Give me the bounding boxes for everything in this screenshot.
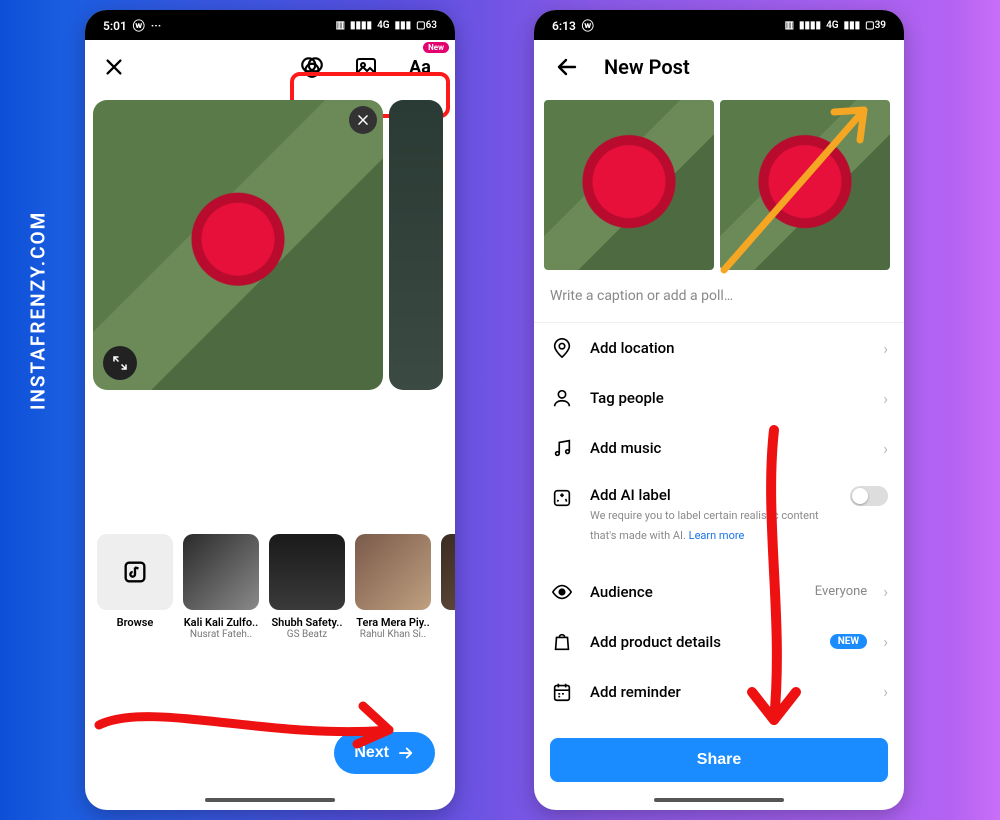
network-label: 4G <box>377 20 390 31</box>
status-right: ▥ ▮▮▮▮ 4G ▮▮▮ ▢63 <box>336 20 437 31</box>
annotation-arrow-orange <box>704 90 894 290</box>
post-thumbs <box>534 94 904 276</box>
sim-icon: ▥ <box>785 20 794 31</box>
text-tool-button[interactable]: Aa New <box>405 52 435 82</box>
chevron-right-icon: › <box>883 632 888 651</box>
audience-value: Everyone <box>815 584 867 599</box>
wifi-icon: ▮▮▮ <box>395 20 412 31</box>
sparkle-icon <box>550 486 574 510</box>
music-thumb <box>441 534 455 610</box>
post-options-list: Add location › Tag people › Add music › … <box>534 323 904 717</box>
music-browse-button[interactable]: Browse <box>97 534 173 640</box>
home-indicator <box>654 798 784 802</box>
music-suggestions-row: Browse Kali Kali Zulfo.. Nusrat Fateh.. … <box>85 534 455 640</box>
new-badge: New <box>423 42 449 53</box>
home-indicator <box>205 798 335 802</box>
status-time: 5:01 ⓦ ··· <box>103 17 161 34</box>
filter-tool-button[interactable] <box>297 52 327 82</box>
add-location-row[interactable]: Add location › <box>534 323 904 373</box>
selected-photo-1[interactable] <box>93 100 383 390</box>
watermark-text: INSTAFRENZY.COM <box>27 211 50 410</box>
option-subtext: We require you to label certain realisti… <box>590 509 819 542</box>
back-button[interactable] <box>552 52 582 82</box>
chevron-right-icon: › <box>883 682 888 701</box>
close-button[interactable] <box>99 52 129 82</box>
music-item[interactable]: Tera Mera Piy.. Rahul Khan Si.. <box>355 534 431 640</box>
eye-icon <box>550 580 574 604</box>
option-label: Tag people <box>590 389 867 407</box>
music-item[interactable]: Shubh Safety.. GS Beatz <box>269 534 345 640</box>
next-label: Next <box>354 744 389 762</box>
music-item-sub: GS Beatz <box>269 629 345 640</box>
chevron-right-icon: › <box>883 339 888 358</box>
status-bar: 5:01 ⓦ ··· ▥ ▮▮▮▮ 4G ▮▮▮ ▢63 <box>85 10 455 40</box>
music-item[interactable]: Kali Kali Zulfo.. Nusrat Fateh.. <box>183 534 259 640</box>
music-thumb <box>183 534 259 610</box>
edit-topbar: Aa New <box>85 40 455 94</box>
music-item-sub: Nusrat Fateh.. <box>183 629 259 640</box>
status-right: ▥ ▮▮▮▮ 4G ▮▮▮ ▢39 <box>785 20 886 31</box>
option-label: Audience <box>590 583 799 601</box>
music-thumb <box>269 534 345 610</box>
share-button[interactable]: Share <box>550 738 888 782</box>
chevron-right-icon: › <box>883 439 888 458</box>
option-label: Add product details <box>590 633 814 651</box>
calendar-icon <box>550 680 574 704</box>
add-music-row[interactable]: Add music › <box>534 423 904 473</box>
phone-left: 5:01 ⓦ ··· ▥ ▮▮▮▮ 4G ▮▮▮ ▢63 <box>85 10 455 810</box>
add-reminder-row[interactable]: Add reminder › <box>534 667 904 717</box>
post-thumb-1[interactable] <box>544 100 714 270</box>
sim-icon: ▥ <box>336 20 345 31</box>
caption-input[interactable]: Write a caption or add a poll… <box>534 276 904 323</box>
music-item[interactable] <box>441 534 455 640</box>
phone-right: 6:13 ⓦ ▥ ▮▮▮▮ 4G ▮▮▮ ▢39 New Post Write … <box>534 10 904 810</box>
image-tool-button[interactable] <box>351 52 381 82</box>
wifi-icon: ▮▮▮ <box>844 20 861 31</box>
option-label: Add location <box>590 339 867 357</box>
music-item-title: Tera Mera Piy.. <box>355 616 431 629</box>
ai-label-toggle[interactable] <box>850 486 888 506</box>
tag-people-row[interactable]: Tag people › <box>534 373 904 423</box>
option-label: Add AI label <box>590 486 834 504</box>
new-badge: NEW <box>830 634 867 649</box>
music-browse-icon <box>97 534 173 610</box>
status-time: 6:13 ⓦ <box>552 17 594 34</box>
remove-photo-button[interactable] <box>349 106 377 134</box>
option-label: Add music <box>590 439 867 457</box>
page-title: New Post <box>604 55 690 79</box>
battery-icon: ▢39 <box>865 20 886 31</box>
network-label: 4G <box>826 20 839 31</box>
chevron-right-icon: › <box>883 582 888 601</box>
signal-icon: ▮▮▮▮ <box>350 20 372 31</box>
post-thumb-2[interactable] <box>720 100 890 270</box>
music-item-sub: Rahul Khan Si.. <box>355 629 431 640</box>
battery-icon: ▢63 <box>416 20 437 31</box>
status-bar: 6:13 ⓦ ▥ ▮▮▮▮ 4G ▮▮▮ ▢39 <box>534 10 904 40</box>
music-icon <box>550 436 574 460</box>
preview-area <box>85 94 455 390</box>
ai-label-row[interactable]: Add AI label We require you to label cer… <box>534 473 904 557</box>
bag-icon <box>550 630 574 654</box>
next-button[interactable]: Next <box>334 732 435 774</box>
music-item-title: Browse <box>97 616 173 629</box>
learn-more-link[interactable]: Learn more <box>689 529 745 542</box>
audience-row[interactable]: Audience Everyone › <box>534 567 904 617</box>
expand-crop-button[interactable] <box>103 346 137 380</box>
music-item-title: Kali Kali Zulfo.. <box>183 616 259 629</box>
signal-icon: ▮▮▮▮ <box>799 20 821 31</box>
product-details-row[interactable]: Add product details NEW › <box>534 617 904 667</box>
newpost-topbar: New Post <box>534 40 904 94</box>
music-item-title: Shubh Safety.. <box>269 616 345 629</box>
location-icon <box>550 336 574 360</box>
music-thumb <box>355 534 431 610</box>
option-label: Add reminder <box>590 683 867 701</box>
chevron-right-icon: › <box>883 389 888 408</box>
person-icon <box>550 386 574 410</box>
selected-photo-2[interactable] <box>389 100 443 390</box>
